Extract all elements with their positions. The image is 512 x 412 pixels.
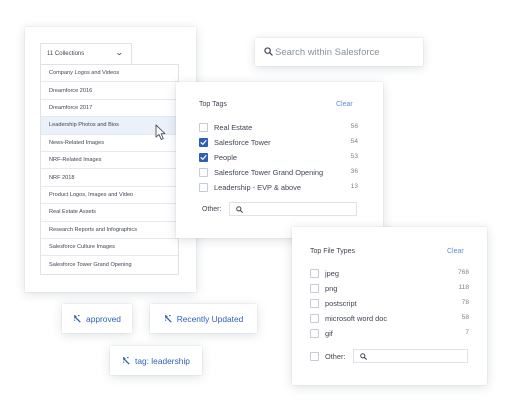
file-type-count: 58 — [461, 314, 469, 321]
sparkle-icon — [73, 314, 81, 323]
search-icon — [236, 206, 243, 213]
file-type-count: 78 — [461, 299, 469, 306]
tag-label: Salesforce Tower Grand Opening — [214, 167, 324, 177]
checkmark-icon — [200, 139, 207, 145]
mouse-cursor-icon — [155, 124, 166, 140]
collection-item[interactable]: Salesforce Tower Grand Opening — [41, 256, 178, 273]
file-type-option-other[interactable]: Other: — [310, 349, 346, 363]
tag-option-salesforce-tower-grand-opening[interactable]: Salesforce Tower Grand Opening — [199, 165, 323, 179]
tag-count: 13 — [350, 183, 358, 190]
collection-item[interactable]: Company Logos and Videos — [41, 65, 178, 83]
tag-option-salesforce-tower[interactable]: Salesforce Tower — [199, 135, 271, 149]
checkbox[interactable] — [199, 182, 208, 192]
sparkle-icon — [164, 314, 172, 323]
collection-item[interactable]: NRF-Related Images — [41, 152, 178, 170]
file-type-label: postscript — [325, 298, 357, 308]
file-type-other-input[interactable] — [353, 349, 468, 363]
search-box[interactable] — [255, 38, 423, 66]
file-type-option-word-doc[interactable]: microsoft word doc — [310, 311, 387, 325]
search-input[interactable] — [275, 44, 417, 60]
tag-count: 36 — [350, 168, 358, 175]
checkbox[interactable] — [199, 167, 208, 177]
file-type-label: jpeg — [325, 268, 339, 278]
collection-item[interactable]: Dreamforce 2016 — [41, 82, 178, 100]
collection-item[interactable]: Product Logos, Images and Video — [41, 187, 178, 205]
file-types-title: Top File Types — [310, 248, 356, 255]
tag-count: 53 — [350, 153, 358, 160]
file-type-other-label: Other: — [325, 351, 346, 361]
tag-option-leadership[interactable]: Leadership - EVP & above — [199, 180, 301, 194]
tag-count: 56 — [350, 123, 358, 130]
tag-label: Real Estate — [214, 122, 253, 132]
tag-option-people[interactable]: People — [199, 150, 237, 164]
collection-item[interactable]: Salesforce Culture Images — [41, 239, 178, 257]
top-tags-panel: Top Tags Clear Real Estate 56 Salesforce… — [176, 82, 383, 238]
tag-label: Salesforce Tower — [214, 137, 271, 147]
collection-item[interactable]: NRF 2018 — [41, 169, 178, 187]
checkbox[interactable] — [310, 313, 319, 323]
checkbox[interactable] — [310, 268, 319, 278]
collections-dropdown-label: 11 Collections — [47, 51, 85, 57]
chip-label: Recently Updated — [176, 313, 244, 324]
chip-tag-leadership[interactable]: tag: leadership — [110, 346, 202, 375]
checkbox[interactable] — [310, 351, 319, 361]
chip-label: tag: leadership — [135, 355, 190, 366]
checkbox-checked[interactable] — [199, 137, 208, 147]
checkbox[interactable] — [310, 328, 319, 338]
chip-recently-updated[interactable]: Recently Updated — [150, 304, 257, 333]
collections-list: Company Logos and Videos Dreamforce 2016… — [40, 64, 179, 275]
file-type-label: microsoft word doc — [325, 313, 388, 323]
search-icon — [360, 353, 367, 360]
sparkle-icon — [122, 356, 130, 365]
file-type-count: 768 — [457, 269, 469, 276]
file-type-label: png — [325, 283, 338, 293]
file-type-option-png[interactable]: png — [310, 281, 337, 295]
collection-item[interactable]: Real Estate Assets — [41, 204, 178, 222]
tag-option-real-estate[interactable]: Real Estate — [199, 120, 252, 134]
tag-other-input[interactable] — [229, 202, 357, 216]
collections-dropdown[interactable]: 11 Collections ⌄ — [40, 43, 132, 64]
tag-label: Leadership - EVP & above — [214, 182, 301, 192]
file-types-panel: Top File Types Clear jpeg 768 png 118 po… — [292, 227, 487, 385]
top-tags-title: Top Tags — [199, 101, 227, 108]
top-tags-clear-link[interactable]: Clear — [336, 101, 353, 108]
tag-label: People — [214, 152, 238, 162]
checkbox[interactable] — [310, 283, 319, 293]
checkbox[interactable] — [310, 298, 319, 308]
chip-label: approved — [86, 313, 121, 324]
file-type-option-jpeg[interactable]: jpeg — [310, 266, 339, 280]
checkmark-icon — [200, 154, 207, 160]
file-types-clear-link[interactable]: Clear — [447, 248, 464, 255]
file-type-option-gif[interactable]: gif — [310, 326, 333, 340]
checkbox-checked[interactable] — [199, 152, 208, 162]
file-type-count: 7 — [465, 329, 469, 336]
file-type-option-postscript[interactable]: postscript — [310, 296, 357, 310]
chevron-down-icon: ⌄ — [115, 48, 125, 57]
tag-count: 54 — [350, 138, 358, 145]
tag-other-label: Other: — [202, 206, 222, 213]
chip-approved[interactable]: approved — [62, 304, 132, 333]
file-type-count: 118 — [458, 284, 469, 291]
search-icon — [264, 47, 273, 56]
collection-item[interactable]: Dreamforce 2017 — [41, 100, 178, 118]
file-type-label: gif — [325, 328, 333, 338]
checkbox[interactable] — [199, 122, 208, 132]
collections-panel: 11 Collections ⌄ Company Logos and Video… — [25, 27, 196, 292]
collection-item[interactable]: Research Reports and Infographics — [41, 222, 178, 239]
